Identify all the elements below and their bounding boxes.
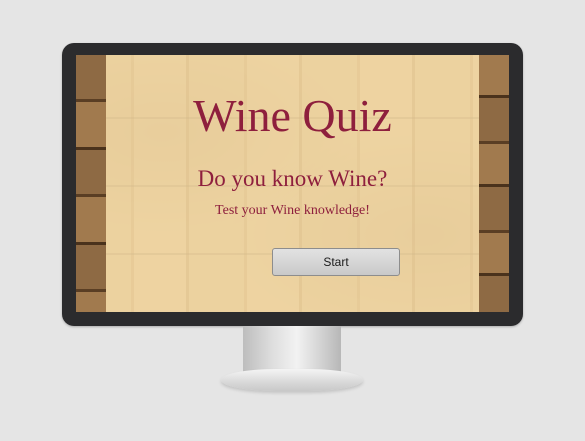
quiz-tagline: Test your Wine knowledge! [215, 203, 370, 218]
quiz-intro-panel: Wine Quiz Do you know Wine? Test your Wi… [106, 55, 479, 312]
monitor-stand-neck [243, 326, 341, 372]
screen: Wine Quiz Do you know Wine? Test your Wi… [76, 55, 509, 312]
start-button[interactable]: Start [272, 248, 400, 276]
monitor-stand-base [221, 369, 363, 391]
cork-strip-left [76, 55, 106, 312]
stage: Wine Quiz Do you know Wine? Test your Wi… [0, 0, 585, 441]
monitor: Wine Quiz Do you know Wine? Test your Wi… [62, 43, 523, 326]
cork-strip-right [479, 55, 509, 312]
quiz-subtitle: Do you know Wine? [197, 166, 388, 191]
quiz-title: Wine Quiz [193, 90, 392, 141]
